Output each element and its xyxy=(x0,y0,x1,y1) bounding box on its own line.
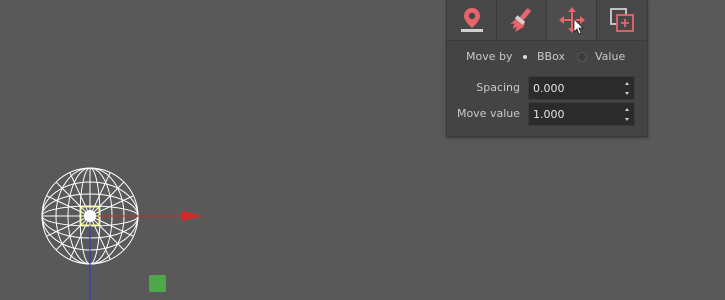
spacing-decrement-icon[interactable] xyxy=(625,92,629,95)
move-value-field[interactable] xyxy=(528,102,635,126)
duplicate-tool-button[interactable] xyxy=(597,0,646,40)
paint-tool-button[interactable] xyxy=(497,0,547,40)
bbox-radio-label[interactable]: BBox xyxy=(537,50,565,63)
value-radio[interactable] xyxy=(577,52,587,62)
move-value-label: Move value xyxy=(456,107,520,120)
paint-brush-icon xyxy=(509,8,531,33)
spacing-spinner[interactable] xyxy=(622,77,634,99)
spacing-label: Spacing xyxy=(476,81,520,94)
spacing-input[interactable] xyxy=(529,77,623,99)
spacing-field[interactable] xyxy=(528,76,635,100)
value-radio-label[interactable]: Value xyxy=(595,50,625,63)
move-by-row: Move by BBox Value xyxy=(447,48,647,66)
spacing-row: Spacing xyxy=(447,76,647,100)
bbox-radio[interactable] xyxy=(520,52,530,62)
spacing-increment-icon[interactable] xyxy=(625,82,629,85)
place-tool-button[interactable] xyxy=(447,0,497,40)
x-axis-arrow[interactable] xyxy=(99,211,203,221)
tool-toolbar xyxy=(447,0,647,41)
add-layer-icon xyxy=(609,8,634,32)
move-value-row: Move value xyxy=(447,102,647,126)
move-tool-button[interactable] xyxy=(547,0,597,40)
move-value-input[interactable] xyxy=(529,103,623,125)
move-by-label: Move by xyxy=(466,50,513,63)
move-value-increment-icon[interactable] xyxy=(625,108,629,111)
move-value-spinner[interactable] xyxy=(622,103,634,125)
green-marker[interactable] xyxy=(149,275,166,292)
move-value-decrement-icon[interactable] xyxy=(625,118,629,121)
move-tool-panel: Move by BBox Value Spacing Move value xyxy=(446,0,648,137)
move-arrows-icon xyxy=(558,7,585,35)
map-pin-icon xyxy=(460,8,483,32)
